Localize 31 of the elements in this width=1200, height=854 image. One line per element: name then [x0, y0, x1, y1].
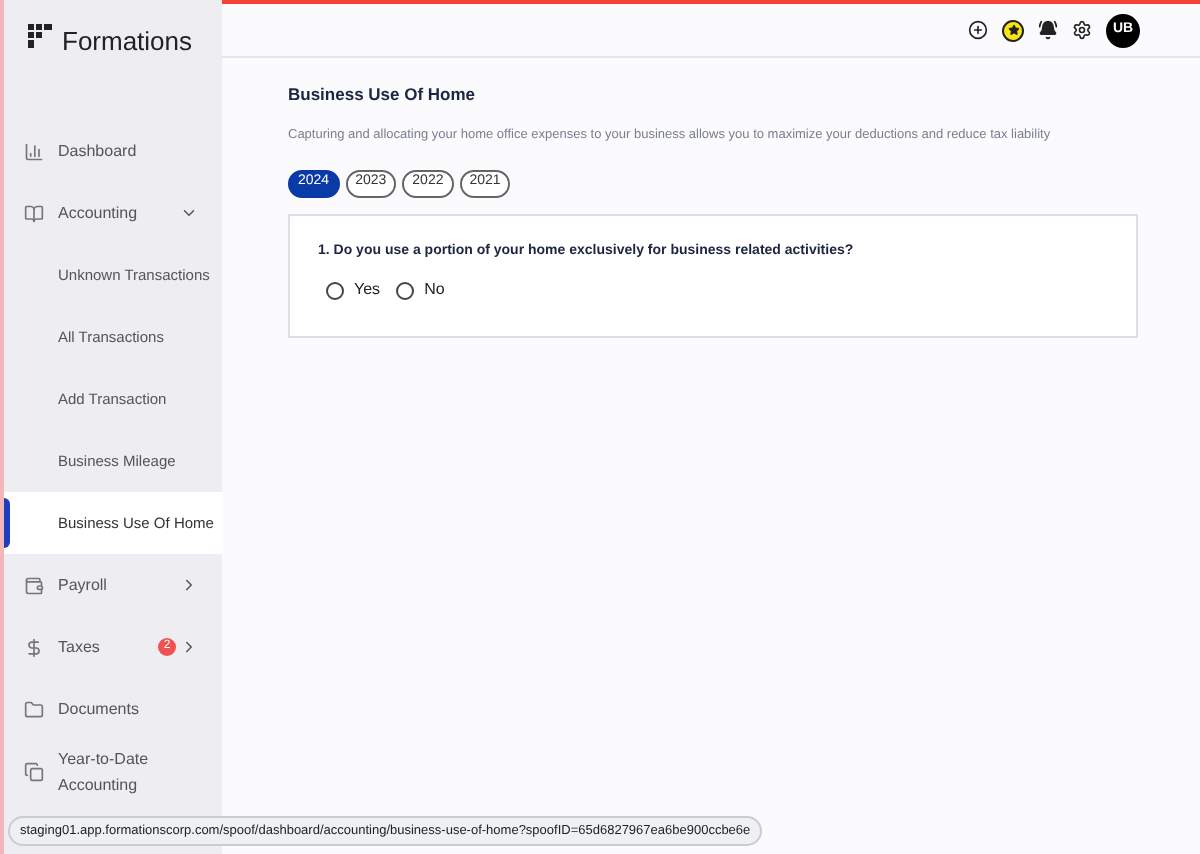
selection-indicator	[4, 498, 10, 548]
sidebar-item-label: Documents	[58, 698, 141, 722]
folder-icon	[24, 699, 44, 719]
sidebar-item-label: Accounting	[58, 202, 140, 226]
wallet-icon	[24, 575, 44, 595]
star-icon[interactable]	[1002, 19, 1024, 41]
add-icon[interactable]	[968, 20, 988, 40]
settings-icon[interactable]	[1072, 20, 1092, 40]
sidebar-item[interactable]: Dashboard	[4, 120, 222, 182]
sidebar-item[interactable]: Accounting	[4, 182, 222, 244]
bell-icon[interactable]	[1038, 20, 1058, 40]
book-icon	[24, 203, 44, 223]
sidebar-item-label: Dashboard	[58, 140, 139, 164]
radio-option[interactable]: No	[396, 278, 445, 302]
radio-button[interactable]	[396, 281, 415, 299]
page-title: Business Use Of Home	[288, 82, 478, 108]
logo-text: Formations	[62, 24, 193, 60]
logo-icon	[28, 24, 52, 48]
sidebar-item[interactable]: Documents	[4, 678, 222, 740]
documents-icon	[24, 761, 44, 781]
bar-chart-icon	[24, 141, 44, 161]
radio-label: Yes	[354, 278, 381, 302]
sidebar-item[interactable]: Year-to-Date Accounting	[4, 740, 222, 802]
radio-label: No	[424, 278, 445, 302]
radio-button[interactable]	[326, 281, 344, 299]
sidebar-item-label: Year-to-Date Accounting	[58, 747, 151, 797]
sidebar-item[interactable]: Payroll	[4, 554, 222, 616]
sidebar-item-label: Taxes	[58, 636, 102, 660]
sidebar-item-label: Payroll	[58, 574, 109, 598]
dollar-icon	[24, 637, 44, 657]
radio-option[interactable]: Yes	[326, 278, 381, 302]
